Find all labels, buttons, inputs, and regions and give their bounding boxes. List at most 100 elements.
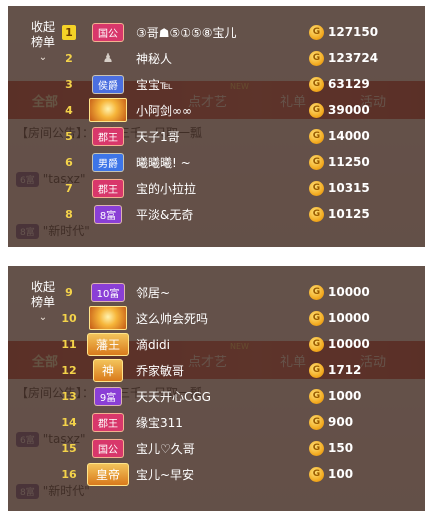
username[interactable]: 这么帅会死吗	[136, 310, 208, 327]
gold-coin-icon: G	[309, 414, 324, 430]
gold-coin-icon: G	[309, 466, 324, 482]
gold-coin-icon: G	[309, 180, 324, 196]
gold-coin-icon: G	[309, 24, 324, 40]
badge-slot: 男爵	[86, 152, 130, 172]
rank-number: 1	[62, 24, 76, 40]
rank-badge: 皇帝	[86, 462, 129, 486]
contribution-score: 14000	[328, 129, 370, 143]
ranking-row[interactable]: 13 9富 天天开心CGG G 1000	[60, 383, 425, 409]
rank-number: 14	[61, 415, 77, 429]
gold-coin-icon: G	[309, 50, 324, 66]
username[interactable]: 平淡&无奇	[136, 206, 193, 223]
rank-badge: 郡王	[92, 126, 124, 146]
rank-number: 13	[61, 389, 77, 403]
badge-slot: ♟	[86, 50, 130, 66]
mystery-person-icon: ♟	[102, 51, 114, 65]
username[interactable]: 邻居~	[136, 284, 170, 301]
badge-slot: 藩王	[86, 332, 130, 356]
gold-coin-icon: G	[309, 362, 324, 378]
rank-number: 8	[65, 207, 73, 221]
rank-number: 16	[61, 467, 77, 481]
username[interactable]: 宝儿~早安	[136, 466, 194, 483]
rank-number: 9	[65, 285, 73, 299]
username[interactable]: 乔家敏哥	[136, 362, 184, 379]
rank-badge: 男爵	[92, 152, 124, 172]
ranking-row[interactable]: 1 国公 ③哥☗⑤①⑤⑧宝儿 G 127150	[60, 19, 425, 45]
gold-coin-icon: G	[309, 154, 324, 170]
badge-slot: 9富	[86, 386, 130, 406]
badge-slot: 国公	[86, 22, 130, 42]
gold-coin-icon: G	[309, 440, 324, 456]
ranking-row[interactable]: 11 藩王 滴didi G 10000	[60, 331, 425, 357]
ranking-row[interactable]: 3 侯爵 宝宝℡ G 63129	[60, 71, 425, 97]
contribution-score: 127150	[328, 25, 379, 39]
gold-coin-icon: G	[309, 284, 324, 300]
rank-badge: 9富	[93, 386, 123, 406]
username[interactable]: 天子1哥	[136, 128, 180, 145]
ranking-row[interactable]: 2 ♟ 神秘人 G 123724	[60, 45, 425, 71]
contribution-score: 1000	[328, 389, 362, 403]
rank-number: 15	[61, 441, 77, 455]
rank-badge: 国公	[92, 22, 124, 42]
username[interactable]: 神秘人	[136, 50, 172, 67]
badge-slot: 10富	[86, 282, 130, 302]
ranking-row[interactable]: 5 郡王 天子1哥 G 14000	[60, 123, 425, 149]
collapse-ranking-label: 收起榜单	[30, 20, 55, 49]
contribution-score: 10315	[328, 181, 370, 195]
username[interactable]: 天天开心CGG	[136, 388, 211, 405]
ranking-row[interactable]: 7 郡王 宝的小拉拉 G 10315	[60, 175, 425, 201]
contribution-score: 900	[328, 415, 354, 429]
contribution-score: 123724	[328, 51, 379, 65]
rank-number: 2	[65, 51, 73, 65]
contribution-score: 150	[328, 441, 354, 455]
collapse-ranking-label: 收起榜单	[30, 280, 55, 309]
contribution-score: 100	[328, 467, 354, 481]
rank-badge: 神	[92, 358, 123, 382]
ranking-row[interactable]: 10 这么帅会死吗 G 10000	[60, 305, 425, 331]
badge-slot: 皇帝	[86, 462, 130, 486]
badge-slot	[86, 98, 130, 122]
rank-number: 6	[65, 155, 73, 169]
rank-number: 4	[65, 103, 73, 117]
rank-number: 5	[65, 129, 73, 143]
contribution-score: 39000	[328, 103, 370, 117]
ranking-row[interactable]: 4 小阿剑∞∞ G 39000	[60, 97, 425, 123]
contribution-score: 1712	[328, 363, 362, 377]
username[interactable]: 滴didi	[136, 336, 170, 353]
username[interactable]: 小阿剑∞∞	[136, 102, 192, 119]
badge-slot: 国公	[86, 438, 130, 458]
gold-coin-icon: G	[309, 128, 324, 144]
gold-coin-icon: G	[309, 206, 324, 222]
username[interactable]: 缘宝311	[136, 414, 183, 431]
gold-coin-icon: G	[309, 102, 324, 118]
badge-slot: 侯爵	[86, 74, 130, 94]
username[interactable]: 宝宝℡	[136, 76, 173, 93]
gold-coin-icon: G	[309, 76, 324, 92]
rank-number: 3	[65, 77, 73, 91]
gift-ranking-panel-top: 全部点才艺礼单活动NEW【房间公告】：都水三千，只取一瓢6富"tasxz"8富"…	[8, 6, 425, 247]
username[interactable]: 宝儿♡久哥	[136, 440, 195, 457]
contribution-score: 63129	[328, 77, 370, 91]
ranking-row[interactable]: 16 皇帝 宝儿~早安 G 100	[60, 461, 425, 487]
ranking-row[interactable]: 12 神乔家敏哥 G 1712	[60, 357, 425, 383]
rank-badge: 藩王	[86, 332, 129, 356]
ranking-row[interactable]: 15 国公 宝儿♡久哥 G 150	[60, 435, 425, 461]
username[interactable]: 宝的小拉拉	[136, 180, 196, 197]
rank-number: 11	[61, 337, 77, 351]
contribution-score: 10125	[328, 207, 370, 221]
badge-slot: 8富	[86, 204, 130, 224]
ranking-row[interactable]: 9 10富 邻居~ G 10000	[60, 279, 425, 305]
rank-number: 10	[61, 311, 77, 325]
badge-slot: 郡王	[86, 126, 130, 146]
username[interactable]: 曦曦曦! ~	[136, 154, 191, 171]
ranking-row[interactable]: 14 郡王 缘宝311 G 900	[60, 409, 425, 435]
rank-number: 12	[61, 363, 77, 377]
username[interactable]: ③哥☗⑤①⑤⑧宝儿	[136, 24, 237, 41]
rank-badge: 10富	[90, 282, 126, 302]
ranking-row[interactable]: 8 8富 平淡&无奇 G 10125	[60, 201, 425, 227]
badge-slot: 郡王	[86, 178, 130, 198]
rank-badge: 8富	[93, 204, 123, 224]
gold-coin-icon: G	[309, 310, 324, 326]
ranking-row[interactable]: 6 男爵 曦曦曦! ~ G 11250	[60, 149, 425, 175]
contribution-score: 11250	[328, 155, 370, 169]
